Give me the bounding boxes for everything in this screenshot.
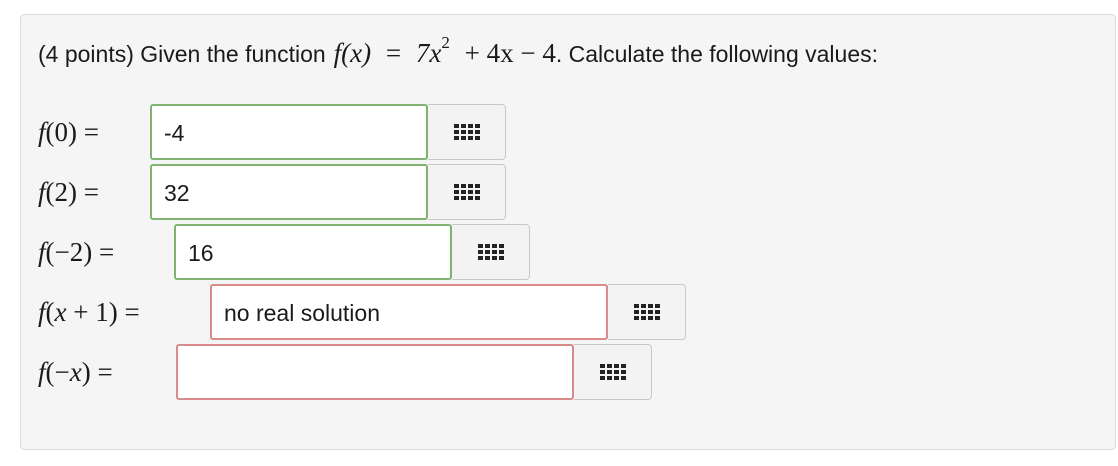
math-keyboard-button[interactable] [428, 164, 506, 220]
math-keyboard-button[interactable] [428, 104, 506, 160]
row-label: f(2) = [38, 177, 99, 207]
poly-rest: + 4x − 4 [464, 38, 556, 68]
keypad-icon [477, 244, 504, 260]
question-suffix: . Calculate the following values: [555, 41, 879, 67]
math-keyboard-button[interactable] [608, 284, 686, 340]
row-label: f(0) = [38, 117, 99, 147]
question-text: (4 points) Given the function f(x) = 7x2… [38, 34, 879, 69]
answer-input[interactable]: no real solution [210, 284, 608, 340]
answer-input[interactable]: 32 [150, 164, 428, 220]
math-keyboard-button[interactable] [452, 224, 530, 280]
answer-input[interactable]: -4 [150, 104, 428, 160]
question-prefix: (4 points) Given the function [38, 41, 326, 67]
formula-equals: = [385, 38, 402, 68]
row-label: f(x + 1) = [38, 297, 140, 327]
keypad-icon [453, 184, 480, 200]
function-formula: f(x) = 7x2 + 4x − 4 [333, 34, 556, 69]
answer-input[interactable] [176, 344, 574, 400]
keypad-icon [453, 124, 480, 140]
poly-term: 7x [415, 38, 442, 68]
keypad-icon [599, 364, 626, 380]
poly-exponent: 2 [441, 33, 450, 52]
row-label: f(−2) = [38, 237, 115, 267]
row-label: f(−x) = [38, 357, 113, 387]
keypad-icon [633, 304, 660, 320]
answer-input[interactable]: 16 [174, 224, 452, 280]
math-keyboard-button[interactable] [574, 344, 652, 400]
function-label: f(x) [333, 38, 372, 68]
